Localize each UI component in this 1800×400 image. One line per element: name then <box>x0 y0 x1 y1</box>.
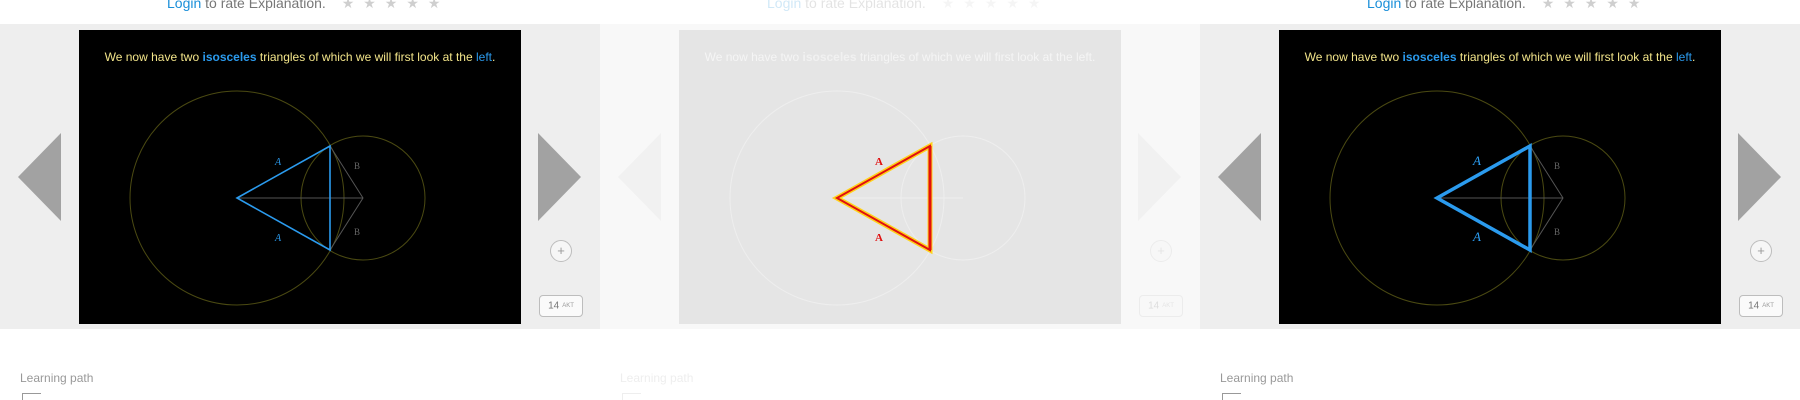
label-b-top: B <box>354 161 360 171</box>
rating-stars[interactable]: ★★★★★ <box>342 0 450 12</box>
rating-prompt: to rate Explanation. <box>205 0 326 11</box>
slide-counter: 14 AKT <box>1739 295 1783 317</box>
learning-path-label[interactable]: Learning path <box>1220 371 1293 385</box>
rating-bar: Login to rate Explanation. ★★★★★ <box>167 0 449 12</box>
geometry-figure: A A <box>729 90 1026 306</box>
label-b-bottom: B <box>1554 227 1560 237</box>
slide-canvas: We now have two isosceles triangles of w… <box>679 30 1121 324</box>
label-a-top: A <box>274 157 282 168</box>
login-link[interactable]: Login <box>1367 0 1401 11</box>
label-a-top: A <box>875 156 883 168</box>
login-link[interactable]: Login <box>767 0 801 11</box>
label-b-bottom: B <box>354 227 360 237</box>
learning-path-label[interactable]: Learning path <box>20 371 93 385</box>
slide-panel-2: Login to rate Explanation. ★★★★★ We now … <box>600 0 1200 400</box>
label-a-top: A <box>1472 153 1481 168</box>
slide-panel-1: Login to rate Explanation. ★★★★★ We now … <box>0 0 600 400</box>
next-slide-arrow-icon[interactable] <box>538 133 581 221</box>
rating-prompt: to rate Explanation. <box>1405 0 1526 11</box>
prev-slide-arrow-icon[interactable] <box>618 133 661 221</box>
next-slide-arrow-icon[interactable] <box>1738 133 1781 221</box>
slide-counter: 14 AKT <box>539 295 583 317</box>
slide-canvas: We now have two isosceles triangles of w… <box>1279 30 1721 324</box>
label-a-bottom: A <box>875 232 883 244</box>
prev-slide-arrow-icon[interactable] <box>1218 133 1261 221</box>
rating-prompt: to rate Explanation. <box>805 0 926 11</box>
rating-stars[interactable]: ★★★★★ <box>1542 0 1650 12</box>
label-a-bottom: A <box>1472 229 1481 244</box>
slide-panel-3: Login to rate Explanation. ★★★★★ We now … <box>1200 0 1800 400</box>
slide-canvas: We now have two isosceles triangles of w… <box>79 30 521 324</box>
rating-bar: Login to rate Explanation. ★★★★★ <box>1367 0 1649 12</box>
zoom-plus-icon[interactable]: + <box>1750 240 1772 262</box>
learning-path-icon <box>22 393 41 400</box>
learning-path-icon <box>1222 393 1241 400</box>
geometry-figure: A A B B <box>129 90 426 306</box>
slide-counter: 14 AKT <box>1139 295 1183 317</box>
next-slide-arrow-icon[interactable] <box>1138 133 1181 221</box>
zoom-plus-icon[interactable]: + <box>1150 240 1172 262</box>
rating-bar: Login to rate Explanation. ★★★★★ <box>767 0 1049 12</box>
rating-stars[interactable]: ★★★★★ <box>942 0 1050 12</box>
login-link[interactable]: Login <box>167 0 201 11</box>
label-b-top: B <box>1554 161 1560 171</box>
label-a-bottom: A <box>274 233 282 244</box>
prev-slide-arrow-icon[interactable] <box>18 133 61 221</box>
learning-path-icon <box>622 393 641 400</box>
geometry-figure: A A B B <box>1329 90 1626 306</box>
learning-path-label[interactable]: Learning path <box>620 371 693 385</box>
zoom-plus-icon[interactable]: + <box>550 240 572 262</box>
